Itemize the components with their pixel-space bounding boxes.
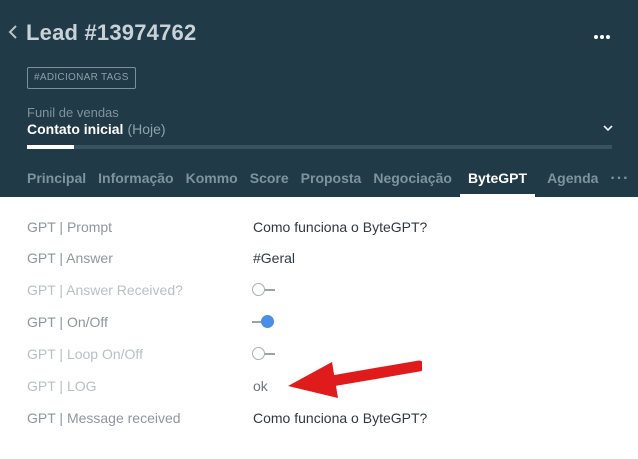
lead-header: Lead #13974762 #ADICIONAR TAGS Funil de … [0, 0, 638, 197]
field-label: GPT | Message received [27, 410, 181, 426]
stage-progress-fill [27, 145, 74, 149]
tab-bytegpt[interactable]: ByteGPT [459, 160, 536, 197]
tab-informa-o[interactable]: Informação [98, 160, 173, 197]
field-row: GPT | Prompt Como funciona o ByteGPT? [0, 211, 638, 243]
chevron-down-icon[interactable] [602, 122, 614, 134]
tab-score[interactable]: Score [250, 160, 289, 197]
tab-negocia-o[interactable]: Negociação [373, 160, 452, 197]
field-row: GPT | On/Off [0, 306, 638, 338]
pipeline-stage-selector[interactable]: Contato inicial (Hoje) [27, 121, 166, 137]
field-value[interactable]: ok [253, 370, 268, 402]
field-label: GPT | On/Off [27, 314, 108, 330]
tabs-more-icon[interactable]: ··· [610, 160, 629, 197]
tab-bar: Principal Informação Kommo Score Proposta Neg… [27, 160, 638, 197]
add-tags-button[interactable]: #ADICIONAR TAGS [27, 67, 136, 89]
field-row: GPT | Message received Como funciona o By… [0, 402, 638, 434]
tab-kommo[interactable]: Kommo [186, 160, 238, 197]
red-annotation-arrow-icon [288, 360, 422, 398]
lead-title: Lead #13974762 [26, 20, 197, 45]
field-label: GPT | Prompt [27, 219, 113, 235]
more-dots-icon[interactable] [594, 26, 614, 40]
stage-time: (Hoje) [127, 121, 166, 137]
field-row: GPT | Answer Received? [0, 274, 638, 306]
field-value[interactable]: #Geral [253, 242, 295, 274]
field-label: GPT | Answer [27, 250, 113, 266]
toggle-switch-off[interactable] [252, 346, 276, 362]
field-value[interactable]: Como funciona o ByteGPT? [253, 211, 427, 243]
toggle-switch-off[interactable] [252, 282, 276, 298]
field-row: GPT | Answer #Geral [0, 242, 638, 274]
field-label: GPT | Loop On/Off [27, 346, 143, 362]
stage-progress-bar [27, 145, 612, 149]
funnel-label: Funil de vendas [27, 105, 119, 120]
tab-principal[interactable]: Principal [27, 160, 86, 197]
toggle-switch-on[interactable] [252, 314, 276, 330]
tab-agenda[interactable]: Agenda [547, 160, 598, 197]
back-chevron-icon[interactable] [6, 20, 20, 44]
field-value[interactable]: Como funciona o ByteGPT? [253, 402, 427, 434]
tab-proposta[interactable]: Proposta [301, 160, 362, 197]
field-label: GPT | LOG [27, 378, 97, 394]
field-label: GPT | Answer Received? [27, 282, 183, 298]
stage-name: Contato inicial [27, 121, 124, 137]
